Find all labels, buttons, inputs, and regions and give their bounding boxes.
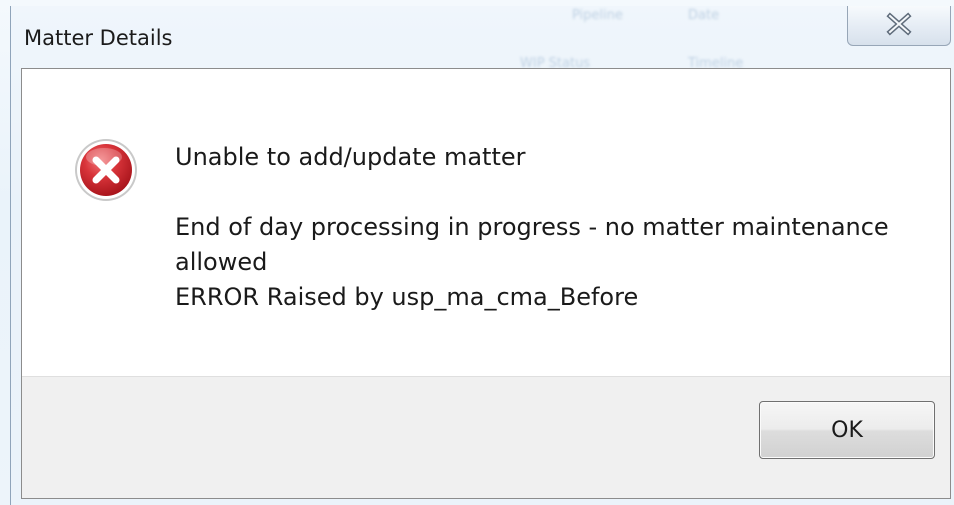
- dialog-titlebar[interactable]: Matter Details: [11, 6, 954, 68]
- error-source-line: ERROR Raised by usp_ma_cma_Before: [175, 283, 639, 311]
- ok-button[interactable]: OK: [759, 401, 935, 459]
- matter-details-dialog: Matter Details Unable to add/update matt…: [10, 6, 954, 505]
- close-button[interactable]: [847, 6, 951, 46]
- dialog-client-area: Unable to add/update matter End of day p…: [21, 68, 951, 499]
- error-heading: Unable to add/update matter: [175, 143, 526, 171]
- dialog-footer: OK: [22, 376, 950, 498]
- error-icon: [73, 137, 139, 203]
- message-area: Unable to add/update matter End of day p…: [22, 69, 950, 376]
- close-icon: [884, 11, 914, 40]
- error-detail-line: End of day processing in progress - no m…: [175, 213, 889, 241]
- error-detail-line: allowed: [175, 248, 268, 276]
- dialog-title: Matter Details: [24, 26, 173, 50]
